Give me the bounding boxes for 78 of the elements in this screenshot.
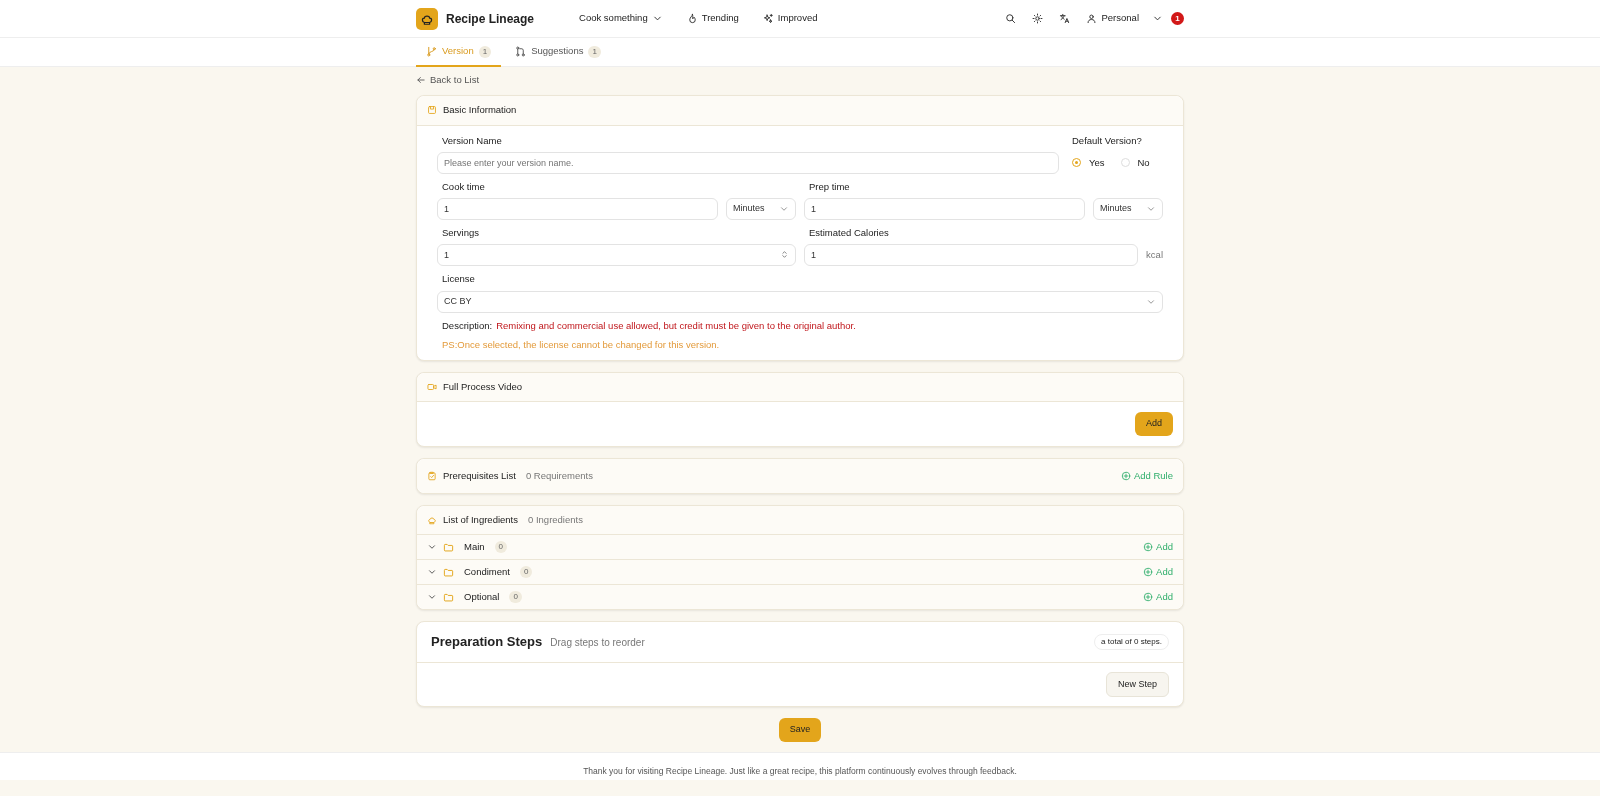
- count-badge: 0: [509, 591, 522, 604]
- unit-select[interactable]: Minutes: [1093, 198, 1163, 220]
- field-label: Estimated Calories: [809, 226, 890, 240]
- video-icon: [427, 382, 437, 393]
- radio-option[interactable]: No: [1120, 155, 1150, 170]
- unit-select[interactable]: Minutes: [726, 198, 796, 220]
- translate-icon: [1058, 13, 1070, 24]
- stepper-icon: [780, 250, 789, 260]
- clipboard-check-icon: [427, 470, 437, 481]
- pull-request-icon: [515, 46, 527, 57]
- number-field[interactable]: 1: [437, 198, 718, 220]
- nav-link[interactable]: Improved: [762, 11, 818, 26]
- search-button[interactable]: [1004, 13, 1016, 24]
- section-title: List of Ingredients: [443, 513, 518, 527]
- branch-icon: [426, 46, 437, 57]
- calories-field[interactable]: 1: [804, 244, 1139, 267]
- count-badge: 0: [519, 566, 533, 579]
- sun-icon: [1031, 13, 1043, 24]
- nav-link[interactable]: Trending: [686, 11, 739, 26]
- user-menu[interactable]: Personal: [1085, 11, 1163, 26]
- section-title: Prerequisites List: [443, 468, 516, 483]
- servings-field[interactable]: 1: [437, 244, 796, 267]
- footer-text: Thank you for visiting Recipe Lineage. Just like a great recipe, this platform continuously evolves through feedback.: [583, 765, 1017, 776]
- chef-hat-icon: [427, 515, 437, 526]
- count-badge: 1: [478, 45, 492, 58]
- logo-icon[interactable]: [416, 7, 438, 30]
- folder-icon: [443, 541, 454, 553]
- field-label: Prep time: [809, 179, 851, 194]
- plus-circle-icon: [1143, 592, 1154, 603]
- new-step-button[interactable]: New Step: [1105, 671, 1169, 698]
- description-label: Description:: [442, 318, 493, 333]
- requirements-count: 0 Requirements: [525, 468, 593, 483]
- hint-text: Drag steps to reorder: [550, 635, 645, 650]
- license-note: PS:Once selected, the license cannot be changed for this version.: [441, 337, 721, 352]
- folder-icon: [443, 591, 454, 603]
- count-badge: 0: [494, 541, 508, 554]
- notification-badge: 1: [1171, 12, 1184, 25]
- field-label: Default Version?: [1072, 133, 1143, 148]
- theme-button[interactable]: [1031, 13, 1043, 24]
- field-label: Servings: [442, 226, 480, 240]
- unit-label: kcal: [1146, 248, 1163, 263]
- plus-circle-icon: [1143, 567, 1154, 578]
- description-text: Remixing and commercial use allowed, but credit must be given to the original author.: [496, 318, 856, 333]
- radio-option[interactable]: Yes: [1072, 155, 1105, 170]
- search-icon: [1004, 13, 1016, 24]
- sparkle-icon: [762, 13, 774, 24]
- field-label: License: [442, 272, 476, 287]
- license-select[interactable]: CC BY: [437, 290, 1163, 313]
- save-button[interactable]: Save: [778, 718, 822, 742]
- group-name: Main: [464, 540, 485, 555]
- group-name: Condiment: [464, 565, 510, 580]
- user-icon: [1085, 13, 1097, 24]
- chevron-down-icon: [779, 204, 789, 214]
- version-name-field[interactable]: Please enter your version name.: [437, 151, 1059, 174]
- add-button[interactable]: Add: [1135, 412, 1173, 436]
- number-field[interactable]: 1: [804, 198, 1085, 220]
- flame-icon: [686, 13, 698, 24]
- language-button[interactable]: [1058, 13, 1070, 24]
- section-title: Full Process Video: [443, 380, 523, 394]
- section-title: Preparation Steps: [431, 633, 543, 652]
- brand-name[interactable]: Recipe Lineage: [446, 9, 535, 28]
- ingredients-count: 0 Ingredients: [528, 513, 583, 527]
- section-title: Basic Information: [443, 103, 517, 118]
- steps-total: a total of 0 steps.: [1094, 634, 1169, 650]
- folder-icon: [443, 566, 454, 578]
- tab[interactable]: Suggestions 1: [505, 38, 611, 67]
- plus-circle-icon: [1143, 542, 1154, 553]
- field-label: Cook time: [442, 179, 486, 194]
- group-name: Optional: [464, 590, 500, 605]
- chevron-down-icon: [1146, 204, 1156, 214]
- save-icon: [427, 105, 437, 116]
- tab[interactable]: Version 1: [416, 38, 502, 67]
- field-label: Version Name: [442, 133, 503, 148]
- count-badge: 1: [588, 45, 601, 58]
- plus-circle-icon: [1120, 470, 1131, 481]
- nav-link[interactable]: Cook something: [579, 11, 663, 26]
- back-link[interactable]: Back to List: [416, 73, 480, 88]
- arrow-left-icon: [416, 75, 426, 86]
